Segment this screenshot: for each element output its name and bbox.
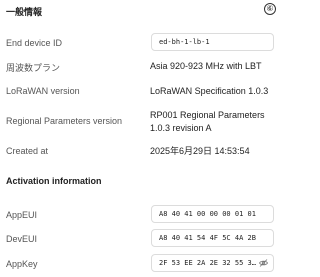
regional-params-value-line2: 1.0.3 revision A — [150, 123, 212, 133]
created-at-label: Created at — [6, 146, 49, 156]
section-title-general: 一般情報 — [6, 7, 43, 17]
end-device-id-field[interactable]: ed-bh-1-lb-1 — [151, 33, 274, 51]
app-key-label: AppKey — [6, 259, 38, 269]
app-eui-value: A8 40 41 00 00 00 01 01 — [159, 210, 256, 218]
step-badge: ⑥ — [264, 3, 276, 15]
regional-params-label: Regional Parameters version — [6, 116, 123, 126]
end-device-id-value: ed-bh-1-lb-1 — [159, 38, 210, 46]
dev-eui-field[interactable]: A8 40 41 54 4F 5C 4A 2B — [151, 229, 274, 247]
app-eui-label: AppEUI — [6, 210, 38, 220]
app-key-value: 2F 53 EE 2A 2E 32 55 35... — [159, 259, 259, 267]
eye-off-icon[interactable] — [259, 259, 268, 267]
section-title-activation: Activation information — [6, 176, 102, 186]
app-eui-field[interactable]: A8 40 41 00 00 00 01 01 — [151, 205, 274, 223]
created-at-value: 2025年6月29日 14:53:54 — [150, 146, 250, 156]
frequency-plan-label: 周波数プラン — [6, 63, 61, 73]
end-device-id-label: End device ID — [6, 38, 63, 48]
lorawan-version-value: LoRaWAN Specification 1.0.3 — [150, 86, 269, 96]
dev-eui-value: A8 40 41 54 4F 5C 4A 2B — [159, 234, 256, 242]
app-key-field[interactable]: 2F 53 EE 2A 2E 32 55 35... — [151, 254, 274, 272]
frequency-plan-value: Asia 920-923 MHz with LBT — [150, 61, 262, 71]
dev-eui-label: DevEUI — [6, 234, 38, 244]
regional-params-value-line1: RP001 Regional Parameters — [150, 110, 265, 120]
lorawan-version-label: LoRaWAN version — [6, 86, 80, 96]
